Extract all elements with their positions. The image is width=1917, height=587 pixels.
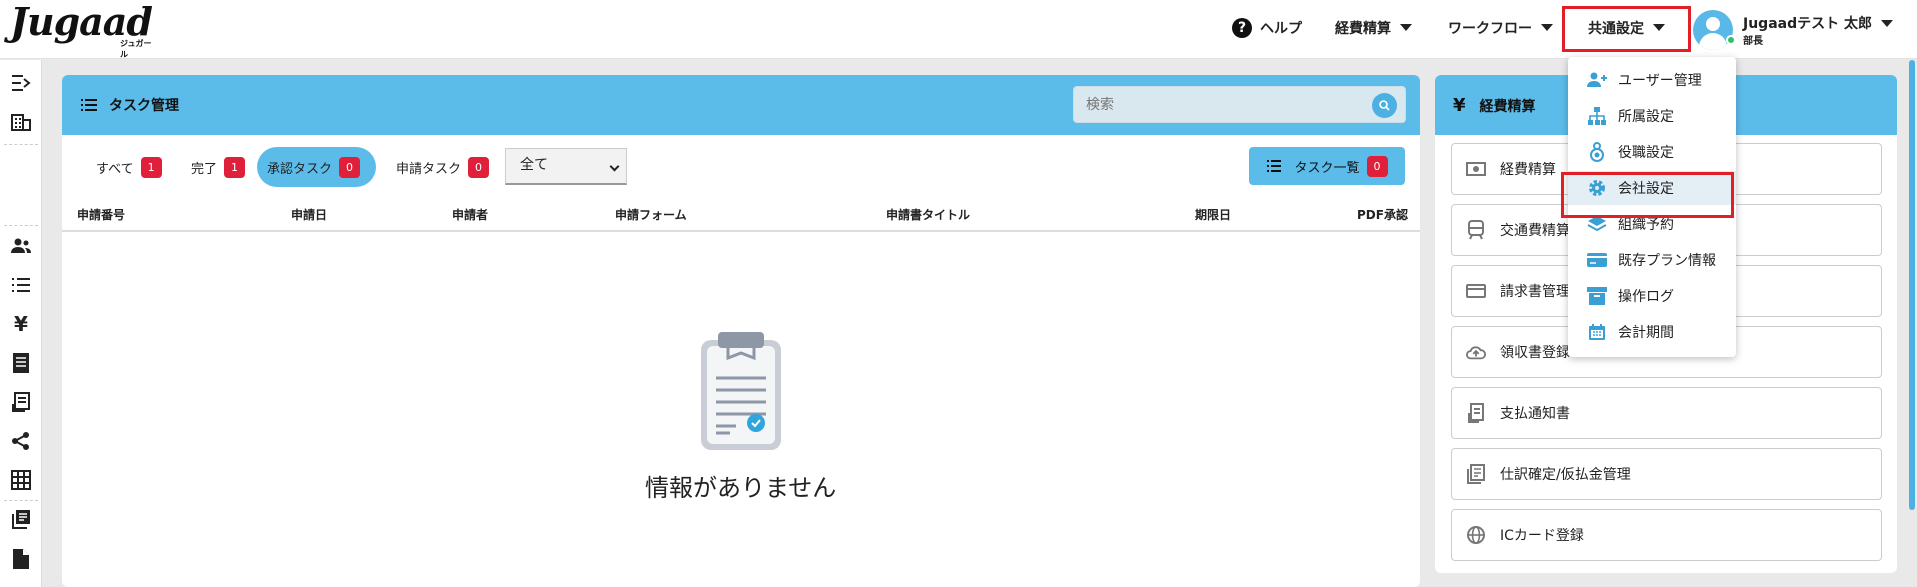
- menu-payment-notice[interactable]: 支払通知書: [1451, 387, 1882, 439]
- train-icon: [1466, 220, 1486, 240]
- expand-menu-icon[interactable]: [10, 72, 32, 94]
- search-icon: [1379, 100, 1390, 111]
- search-button[interactable]: [1372, 93, 1397, 118]
- caret-down-icon: [1541, 24, 1553, 31]
- ledger-icon: [1466, 464, 1486, 484]
- chevron-down-icon: [609, 161, 620, 172]
- tab-all[interactable]: すべて 1: [96, 147, 162, 187]
- org-tree-icon: [1586, 105, 1608, 127]
- highlight-box-company-settings: [1561, 172, 1734, 218]
- count-badge: 0: [468, 156, 490, 178]
- search-box[interactable]: [1073, 86, 1406, 123]
- tab-request-tasks[interactable]: 申請タスク 0: [396, 147, 490, 187]
- users-icon[interactable]: [10, 235, 32, 257]
- empty-clipboard-icon: [701, 332, 781, 450]
- list-icon: [81, 99, 97, 111]
- app-logo[interactable]: Jugaad ジュガール: [10, 2, 153, 60]
- sidebar: ¥: [0, 60, 42, 587]
- count-badge: 0: [1366, 155, 1388, 177]
- menu-journal-advance[interactable]: 仕訳確定/仮払金管理: [1451, 448, 1882, 500]
- tab-approval-tasks[interactable]: 承認タスク 0: [257, 147, 376, 187]
- grid-icon[interactable]: [10, 469, 32, 491]
- filter-select[interactable]: 全て: [505, 148, 627, 185]
- column-header[interactable]: 申請フォーム: [615, 206, 687, 223]
- column-header[interactable]: 期限日: [1195, 206, 1231, 223]
- highlight-box-common-settings: [1562, 6, 1691, 52]
- task-card-title: タスク管理: [109, 98, 179, 114]
- dropdown-item-operation-log[interactable]: 操作ログ: [1568, 279, 1736, 313]
- user-menu[interactable]: Jugaadテスト 太郎: [1743, 13, 1893, 33]
- receipt-icon[interactable]: [10, 391, 32, 413]
- list-icon: [1267, 160, 1282, 172]
- globe-icon: [1466, 525, 1486, 545]
- column-header[interactable]: 申請日: [291, 206, 327, 223]
- building-icon[interactable]: [10, 111, 32, 133]
- list-icon[interactable]: [10, 274, 32, 296]
- column-header[interactable]: PDF承認: [1357, 206, 1408, 223]
- dropdown-item-existing-plan-info[interactable]: 既存プラン情報: [1568, 243, 1736, 277]
- online-status-icon: [1726, 35, 1736, 45]
- caret-down-icon: [1400, 24, 1412, 31]
- share-icon[interactable]: [10, 430, 32, 452]
- column-header[interactable]: 申請書タイトル: [886, 206, 970, 223]
- user-role: 部長: [1743, 36, 1763, 47]
- yen-icon[interactable]: ¥: [10, 312, 32, 336]
- count-badge: 1: [224, 156, 246, 178]
- help-icon: ?: [1232, 17, 1252, 38]
- cash-icon: [1466, 159, 1486, 179]
- dropdown-item-position-settings[interactable]: 役職設定: [1568, 135, 1736, 169]
- menu-ic-card-register[interactable]: ICカード登録: [1451, 509, 1882, 561]
- page-scrollbar[interactable]: [1909, 60, 1915, 510]
- cloud-upload-icon: [1466, 342, 1486, 362]
- tab-complete[interactable]: 完了 1: [191, 147, 246, 187]
- empty-message: 情報がありません: [645, 474, 837, 502]
- file-icon[interactable]: [10, 548, 32, 570]
- nav-expense[interactable]: 経費精算: [1335, 0, 1412, 55]
- dropdown-item-fiscal-period[interactable]: 会計期間: [1568, 315, 1736, 349]
- credit-card-icon: [1466, 281, 1486, 301]
- column-header[interactable]: 申請番号: [77, 206, 125, 223]
- yen-icon: ¥: [1453, 95, 1466, 116]
- count-badge: 1: [140, 156, 162, 178]
- dropdown-item-user-management[interactable]: ユーザー管理: [1568, 63, 1736, 97]
- badge-person-icon: [1586, 141, 1608, 163]
- dropdown-item-affiliation-settings[interactable]: 所属設定: [1568, 99, 1736, 133]
- expense-card-title: 経費精算: [1479, 98, 1536, 115]
- document-list-icon[interactable]: [10, 352, 32, 374]
- task-list-button[interactable]: タスク一覧 0: [1249, 147, 1405, 185]
- receipt-icon: [1466, 403, 1486, 423]
- column-header[interactable]: 申請者: [452, 206, 488, 223]
- archive-icon: [1586, 285, 1608, 307]
- caret-down-icon: [1881, 19, 1893, 27]
- calendar-icon: [1586, 321, 1608, 343]
- library-icon[interactable]: [10, 508, 32, 530]
- count-badge: 0: [339, 156, 361, 178]
- nav-help[interactable]: ? ヘルプ: [1232, 0, 1302, 55]
- card-icon: [1586, 249, 1608, 271]
- nav-workflow[interactable]: ワークフロー: [1448, 0, 1553, 55]
- top-header: Jugaad ジュガール ? ヘルプ 経費精算 ワークフロー 共通設定 Juga…: [0, 0, 1917, 59]
- user-add-icon: [1586, 69, 1608, 91]
- search-input[interactable]: [1074, 87, 1354, 122]
